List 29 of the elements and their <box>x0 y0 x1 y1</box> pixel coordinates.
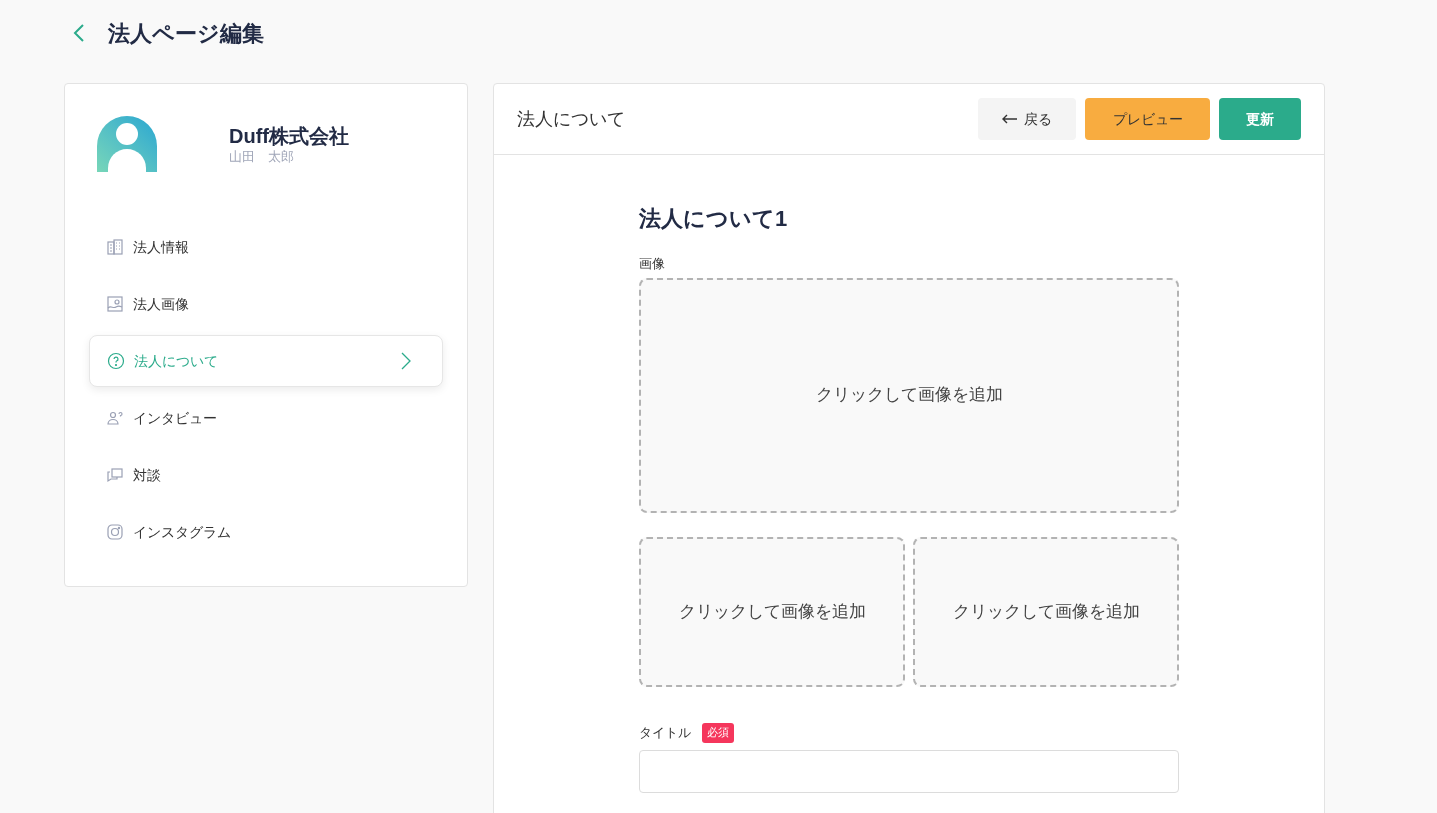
person-name: 山田 太郎 <box>229 148 295 166</box>
chevron-right-icon <box>401 352 411 370</box>
sidebar-item[interactable]: 法人画像 <box>89 278 443 330</box>
image-upload-area[interactable]: クリックして画像を追加 <box>913 536 1179 687</box>
chat-icon <box>106 466 124 484</box>
sidebar-item[interactable]: インタビュー <box>89 392 443 444</box>
image-icon <box>106 295 124 313</box>
chevron-left-icon[interactable] <box>72 22 86 44</box>
image-upload-area[interactable]: クリックして画像を追加 <box>639 277 1179 513</box>
company-name: Duff株式会社 <box>229 124 349 148</box>
back-button[interactable]: 戻る <box>978 98 1076 140</box>
building-icon <box>106 238 124 256</box>
image-label: 画像 <box>639 255 666 273</box>
page-title: 法人ページ編集 <box>108 19 264 48</box>
sidebar-item[interactable]: インスタグラム <box>89 506 443 558</box>
sidebar-item[interactable]: 法人情報 <box>89 221 443 273</box>
instagram-icon <box>106 523 124 541</box>
arrow-left-icon <box>1002 114 1018 124</box>
question-icon <box>107 352 125 370</box>
panel-title: 法人について <box>517 107 625 131</box>
person-icon <box>106 409 124 427</box>
preview-button[interactable]: プレビュー <box>1085 98 1210 140</box>
title-label: タイトル <box>639 723 691 742</box>
title-input[interactable] <box>639 749 1179 793</box>
required-badge: 必須 <box>702 722 734 743</box>
avatar-icon <box>97 116 157 172</box>
sidebar-item[interactable]: 対談 <box>89 449 443 501</box>
image-upload-area[interactable]: クリックして画像を追加 <box>639 536 905 687</box>
section-heading: 法人について1 <box>639 205 789 233</box>
